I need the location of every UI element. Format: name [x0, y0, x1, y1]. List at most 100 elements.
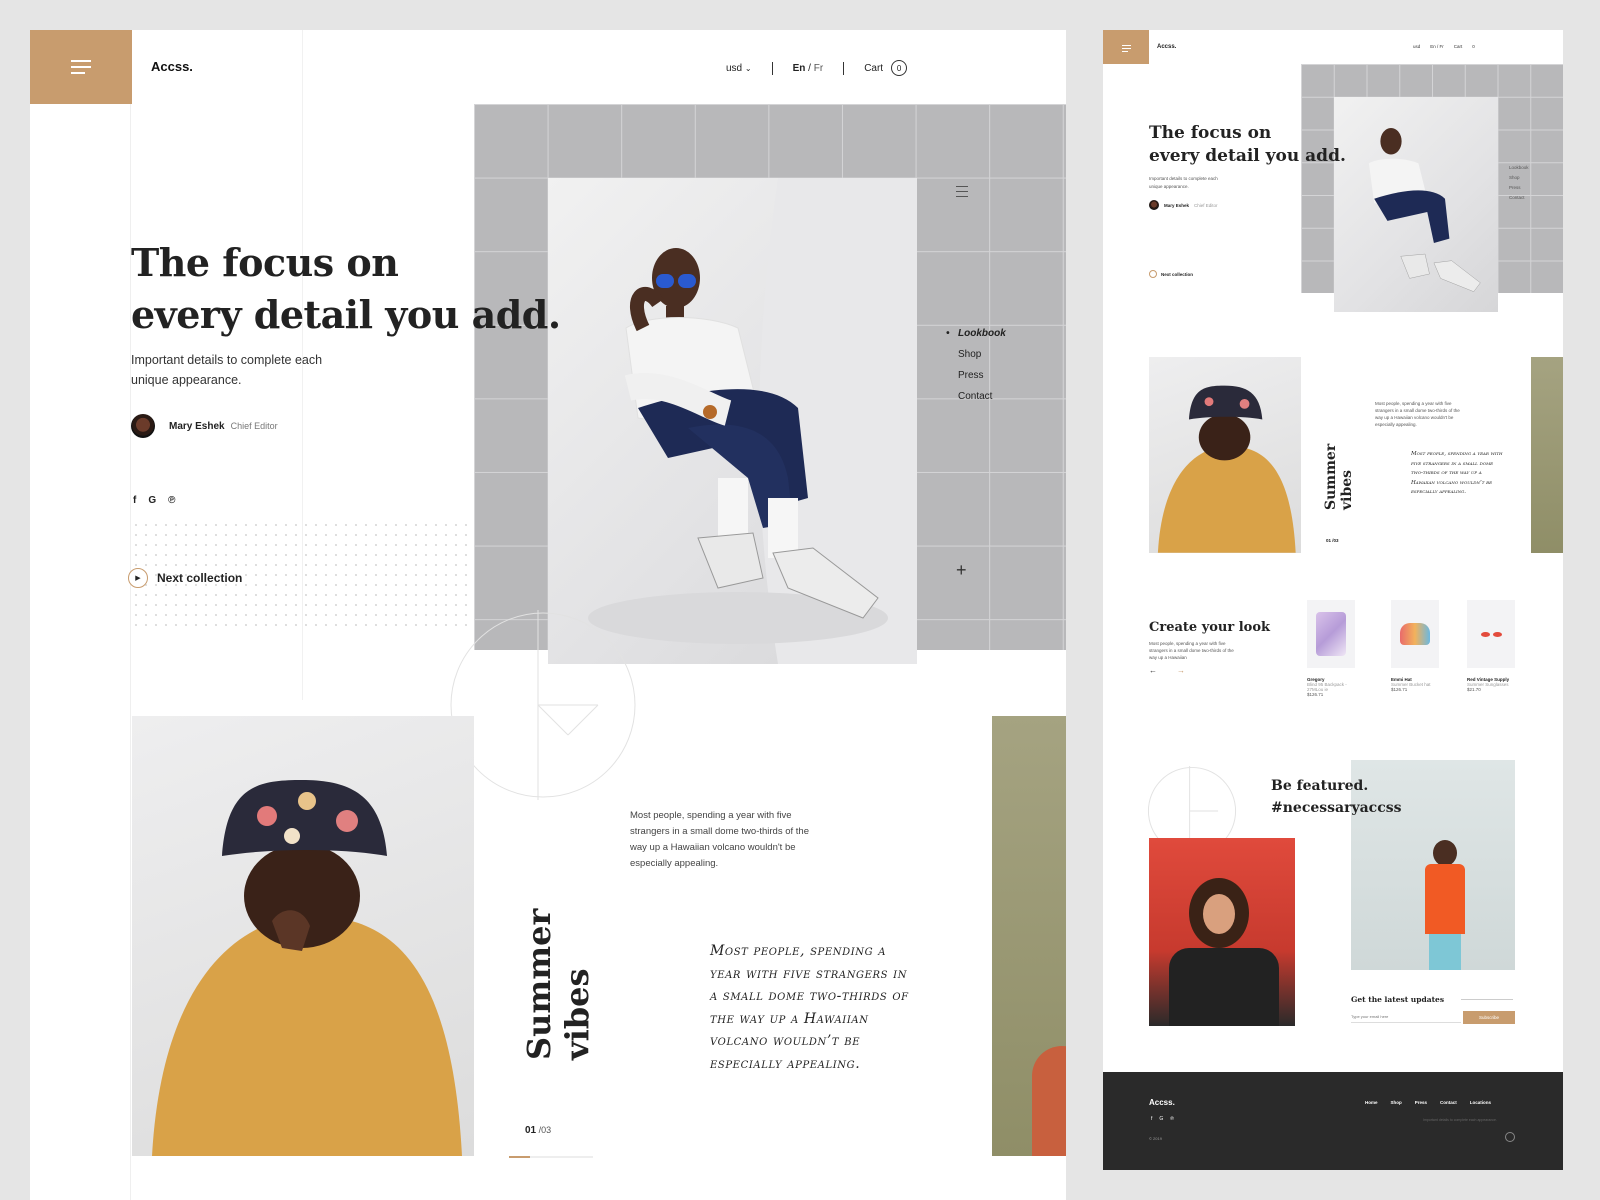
divider — [1461, 999, 1513, 1000]
product-price: $21.70 — [1467, 687, 1481, 692]
footer: Accss. f G ℗ © 2019 Home Shop Press Cont… — [1103, 1072, 1563, 1170]
mini-author-name: Mary Eshek — [1164, 202, 1190, 208]
subscribe-button[interactable]: Subscribe — [1463, 1011, 1515, 1024]
hero-title-line1: The focus on — [131, 240, 399, 285]
footer-logo[interactable]: Accss. — [1149, 1098, 1175, 1107]
create-look-text: Most people, spending a year with five s… — [1149, 641, 1234, 660]
slide-current: 01 — [525, 1125, 537, 1136]
mini-nav-contact[interactable]: Contact — [1509, 193, 1529, 203]
hamburger-icon — [1121, 43, 1131, 52]
mini-menu-button[interactable] — [1103, 30, 1149, 64]
footer-link-press[interactable]: Press — [1415, 1100, 1427, 1105]
mini-next-slide[interactable] — [1531, 357, 1563, 553]
hat-model-illustration — [152, 780, 462, 1156]
mini-cart-count: 0 — [1472, 44, 1475, 49]
footer-copyright: © 2019 — [1149, 1136, 1162, 1141]
footer-link-contact[interactable]: Contact — [1440, 1100, 1457, 1105]
nav-contact[interactable]: Contact — [958, 391, 1006, 402]
mini-hero-subtitle: Important details to complete each uniqu… — [1149, 175, 1218, 191]
cart-count-badge: 0 — [891, 60, 908, 76]
mini-nav-press[interactable]: Press — [1509, 183, 1529, 193]
plus-icon[interactable]: + — [956, 560, 967, 581]
play-icon: ▶ — [128, 568, 148, 588]
mini-author-role: Chief Editor — [1194, 202, 1218, 208]
arrow-left-icon[interactable]: ← — [1149, 666, 1157, 675]
updates-label: Get the latest updates — [1351, 995, 1445, 1004]
slide-counter: 01 /03 — [525, 1125, 551, 1136]
scroll-top-icon[interactable] — [1505, 1132, 1515, 1142]
slide-progress-track — [509, 1156, 593, 1158]
summer-title: Summer vibes — [520, 908, 596, 1060]
featured-title: Be featured. #necessaryaccss — [1271, 775, 1401, 819]
facebook-icon[interactable]: f — [133, 495, 136, 506]
next-collection-label: Next collection — [157, 571, 243, 585]
product-card[interactable]: Red Vintage Supply Summer Sunglasses $21… — [1467, 600, 1517, 692]
summer-quote: Most people, spending a year with five s… — [710, 940, 909, 1076]
cart-link[interactable]: Cart 0 — [864, 60, 908, 76]
mini-currency[interactable]: usd — [1413, 44, 1420, 49]
mini-logo[interactable]: Accss. — [1157, 44, 1176, 50]
currency-select[interactable]: usd ⌄ — [726, 63, 752, 74]
footer-nav: Home Shop Press Contact Locations — [1365, 1100, 1491, 1105]
create-look-title: Create your look — [1149, 620, 1271, 635]
pinterest-icon[interactable]: ℗ — [168, 495, 175, 506]
google-icon[interactable]: G — [1159, 1116, 1163, 1122]
pinterest-icon[interactable]: ℗ — [1170, 1116, 1174, 1122]
quote-line: a small dome two-thirds of — [710, 988, 909, 1005]
footer-link-home[interactable]: Home — [1365, 1100, 1378, 1105]
lang-sep: / — [805, 62, 814, 74]
product-image — [1467, 600, 1515, 668]
mini-author: Mary Eshek Chief Editor — [1149, 200, 1218, 210]
featured-line2: #necessaryaccss — [1271, 800, 1402, 816]
product-card[interactable]: Gregory Blind 95 Backpack - 27MLou ie $1… — [1307, 600, 1357, 697]
mini-slide-counter: 01 /03 — [1326, 538, 1339, 543]
language-switch[interactable]: En / Fr — [793, 63, 824, 74]
menu-button[interactable] — [30, 30, 132, 104]
email-input[interactable] — [1351, 1011, 1461, 1023]
mini-cart[interactable]: Cart — [1454, 44, 1463, 49]
mini-summer-quote: Most people, spending a year with five s… — [1411, 451, 1503, 495]
divider — [771, 61, 773, 75]
summer-photo — [132, 716, 474, 1156]
summer-text-line3: way up a Hawaiian volcano wouldn't be — [630, 842, 796, 853]
featured-photo-girl — [1149, 838, 1295, 1026]
google-icon[interactable]: G — [148, 495, 156, 506]
product-card[interactable]: Emmi Hat Summer Bucket hat $126.71 — [1391, 600, 1441, 692]
nav-shop[interactable]: Shop — [958, 349, 1006, 360]
product-image — [1307, 600, 1355, 668]
mini-play-icon — [1149, 270, 1157, 278]
mini-hero-sub-line2: unique appearance. — [1149, 184, 1189, 189]
footer-link-locations[interactable]: Locations — [1470, 1100, 1491, 1105]
next-slide-photo[interactable] — [992, 716, 1066, 1156]
logo[interactable]: Accss. — [151, 59, 193, 74]
featured-line1: Be featured. — [1271, 778, 1369, 794]
chevron-down-icon: ⌄ — [744, 63, 752, 73]
nav-lookbook[interactable]: Lookbook — [958, 328, 1006, 339]
next-collection-link[interactable]: ▶ Next collection — [128, 568, 242, 588]
mini-next-collection[interactable]: Next collection — [1149, 270, 1193, 278]
slide-total: /03 — [536, 1125, 552, 1135]
product-desc: Blind 95 Backpack - 27MLou ie — [1307, 682, 1347, 692]
mini-language[interactable]: En / Fr — [1430, 44, 1444, 49]
mini-nav-lookbook[interactable]: Lookbook — [1509, 163, 1529, 173]
avatar — [131, 414, 155, 438]
hero-title: The focus on every detail you add. — [131, 237, 631, 341]
mini-summer-photo — [1149, 357, 1301, 553]
lang-en[interactable]: En — [793, 63, 806, 74]
mini-nav-shop[interactable]: Shop — [1509, 173, 1529, 183]
facebook-icon[interactable]: f — [1151, 1116, 1152, 1122]
collapse-icon[interactable] — [956, 186, 968, 197]
product-price: $126.71 — [1307, 692, 1324, 697]
mini-hero-title-line1: The focus on — [1149, 123, 1272, 143]
footer-link-shop[interactable]: Shop — [1391, 1100, 1402, 1105]
nav-press[interactable]: Press — [958, 370, 1006, 381]
author: Mary Eshek Chief Editor — [131, 414, 278, 438]
lang-fr[interactable]: Fr — [814, 63, 823, 74]
quote-line: the way up a Hawaiian — [710, 1010, 869, 1027]
product-price: $126.71 — [1391, 687, 1408, 692]
side-nav: Lookbook Shop Press Contact — [958, 328, 1006, 412]
social-links: f G ℗ — [133, 495, 176, 506]
hero-subtitle: Important details to complete each uniqu… — [131, 350, 322, 390]
arrow-right-icon[interactable]: → — [1177, 666, 1185, 675]
hero-subtitle-line2: unique appearance. — [131, 373, 242, 387]
